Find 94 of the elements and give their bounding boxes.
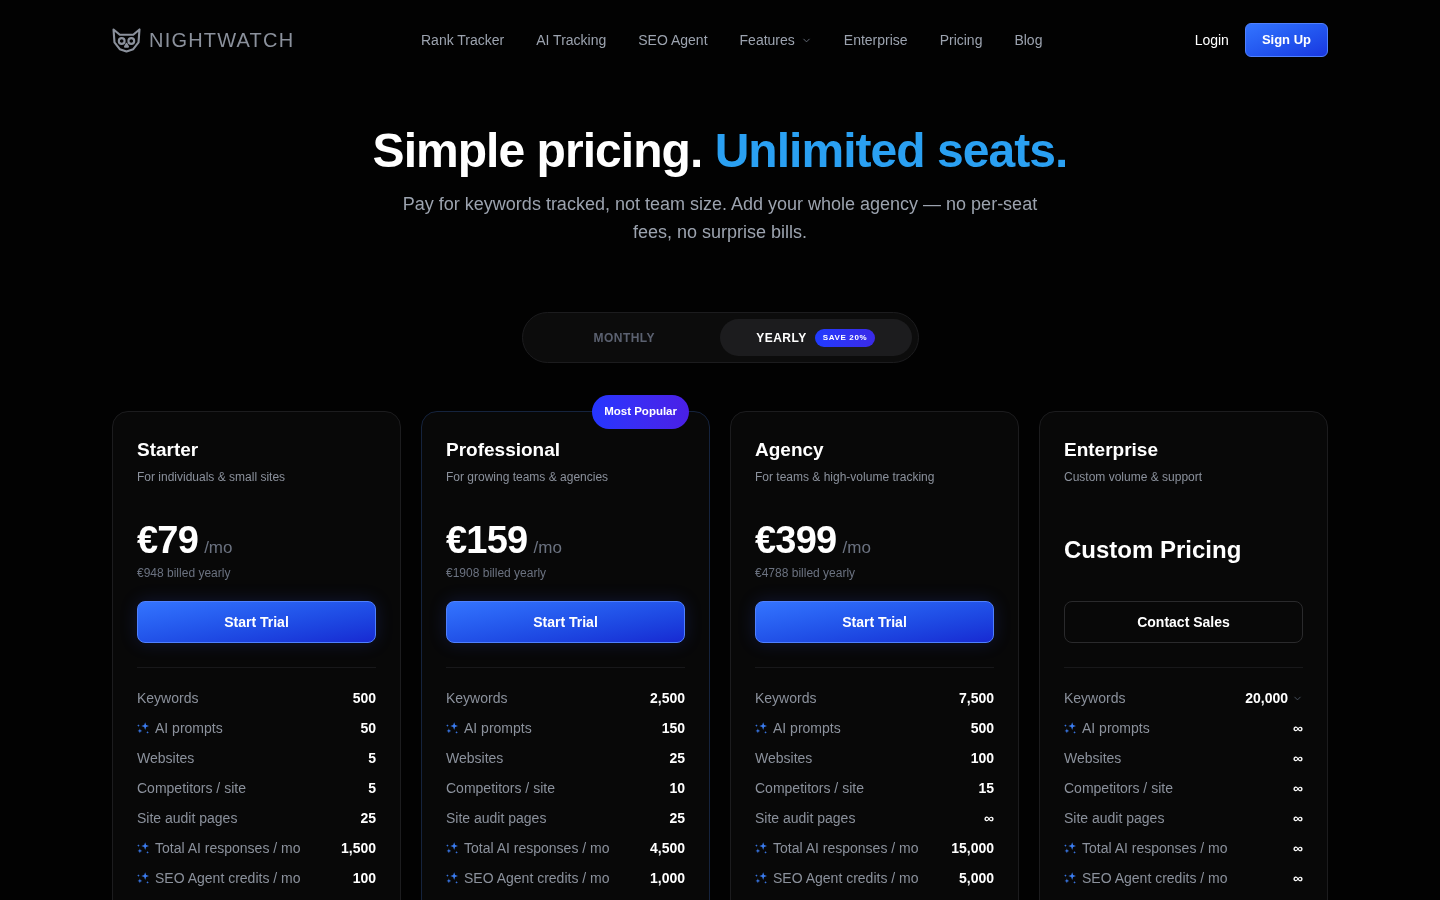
contact-sales-button[interactable]: Contact Sales [1064,601,1303,643]
feature-value: ∞ [1293,868,1303,888]
feature-label: Competitors / site [446,778,555,798]
feature-value: 4,500 [649,838,685,858]
feature-value: 25 [360,808,376,828]
start-trial-button[interactable]: Start Trial [137,601,376,643]
feature-label: Keywords [446,688,508,708]
plan-description: For growing teams & agencies [446,469,610,486]
plan-name: Enterprise [1064,438,1159,462]
feature-label: Keywords [755,688,817,708]
start-trial-button[interactable]: Start Trial [446,601,685,643]
feature-value: 25 [669,808,685,828]
feature-label: AI prompts [1082,718,1150,738]
feature-value: 5 [368,748,376,768]
feature-label: Site audit pages [1064,808,1165,828]
billed-note: €4788 billed yearly [755,565,857,581]
billed-note: €1908 billed yearly [446,565,548,581]
feature-label: SEO Agent credits / mo [155,868,301,888]
feature-value: 1,500 [340,838,376,858]
price-period: /mo [533,537,562,559]
feature-value: 100 [352,868,376,888]
feature-label: Total AI responses / mo [1082,838,1228,858]
feature-value: 7,500 [958,688,994,708]
most-popular-badge: Most Popular [592,395,689,429]
feature-value: ∞ [1293,838,1303,858]
feature-label: Competitors / site [137,778,246,798]
feature-value: 15,000 [951,838,994,858]
feature-value: 5 [368,778,376,798]
nav-dropdown[interactable]: Features [739,29,812,51]
feature-value: ∞ [1293,808,1303,828]
feature-label: AI prompts [773,718,841,738]
hero-subtitle: Pay for keywords tracked, not team size. Add your whole agency — no per-seat fees, no surprise bills. [401,193,1039,244]
save-badge: SAVE 20% [814,328,876,347]
nav-link[interactable]: Enterprise [843,29,908,51]
login-link[interactable]: Login [1194,29,1229,51]
billing-option[interactable]: YEARLY SAVE 20% [720,319,912,356]
plan-description: Custom volume & support [1064,469,1204,486]
nav-link[interactable]: Blog [1014,29,1043,51]
feature-value: 50 [360,718,376,738]
feature-label: Competitors / site [755,778,864,798]
plan-name: Professional [446,438,562,462]
feature-label: Websites [446,748,504,768]
feature-value: 100 [970,748,994,768]
feature-label: Site audit pages [755,808,856,828]
feature-label: Keywords [1064,688,1126,708]
plan-name: Starter [137,438,200,462]
feature-value: ∞ [1293,778,1303,798]
feature-label: Site audit pages [137,808,238,828]
custom-price: Custom Pricing [1064,536,1242,563]
feature-value: 15 [978,778,994,798]
owl-logo-icon [112,27,141,53]
feature-label: Site audit pages [446,808,547,828]
feature-label: AI prompts [464,718,532,738]
nav-link[interactable]: AI Tracking [536,29,607,51]
feature-label: Websites [137,748,195,768]
feature-value: ∞ [984,808,994,828]
feature-value: 10 [669,778,685,798]
nav-link[interactable]: SEO Agent [638,29,708,51]
plan-description: For teams & high-volume tracking [755,469,936,486]
feature-label: Total AI responses / mo [464,838,610,858]
feature-value: ∞ [1293,718,1303,738]
logo-wordmark: NIGHTWATCH [149,30,295,50]
price-period: /mo [842,537,871,559]
price-amount: €159 [446,518,528,562]
feature-value: 150 [661,718,685,738]
billed-note: €948 billed yearly [137,565,232,581]
feature-label: Websites [1064,748,1122,768]
plan-description: For individuals & small sites [137,469,287,486]
feature-label: AI prompts [155,718,223,738]
feature-value: 5,000 [958,868,994,888]
feature-label: Websites [755,748,813,768]
feature-value: 1,000 [649,868,685,888]
sign-up-button[interactable]: Sign Up [1244,23,1328,57]
plan-name: Agency [755,438,825,462]
price-amount: €399 [755,518,837,562]
feature-label: SEO Agent credits / mo [464,868,610,888]
feature-value: 25 [669,748,685,768]
hero-title: Simple pricing. Unlimited seats. [372,123,1068,179]
feature-value: 500 [970,718,994,738]
feature-value: 2,500 [649,688,685,708]
feature-label: Competitors / site [1064,778,1173,798]
feature-value: 500 [352,688,376,708]
keywords-select[interactable]: 20,000 [1245,687,1303,709]
nav-link[interactable]: Pricing [939,29,983,51]
nav-link[interactable]: Rank Tracker [421,29,505,51]
start-trial-button[interactable]: Start Trial [755,601,994,643]
feature-label: Total AI responses / mo [155,838,301,858]
feature-label: Total AI responses / mo [773,838,919,858]
price-period: /mo [204,537,233,559]
feature-label: Keywords [137,688,199,708]
feature-value: ∞ [1293,748,1303,768]
price-amount: €79 [137,518,199,562]
feature-label: SEO Agent credits / mo [1082,868,1228,888]
feature-label: SEO Agent credits / mo [773,868,919,888]
